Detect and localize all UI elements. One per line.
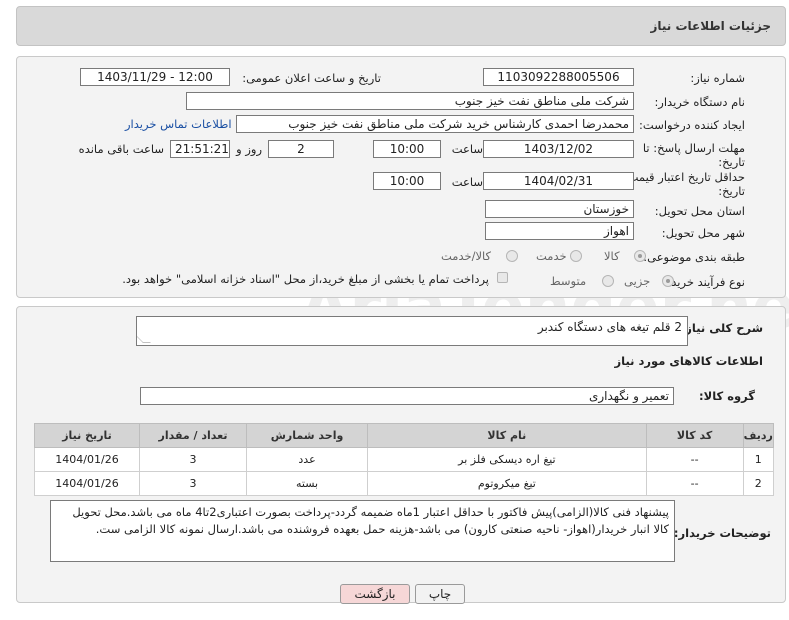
province-label: استان محل تحویل: [654, 204, 745, 218]
print-button[interactable]: چاپ [415, 584, 465, 604]
province-field: خوزستان [485, 200, 634, 218]
col-header-qty: تعداد / مقدار [139, 423, 247, 448]
category-option-goods: کالا [604, 249, 620, 263]
buyer-notes-text: پیشنهاد فنی کالا(الزامی)پیش فاکتور با حد… [72, 505, 669, 536]
col-header-row: ردیف [742, 423, 775, 448]
col-header-unit: واحد شمارش [245, 423, 369, 448]
category-radio-goods-service[interactable] [506, 250, 518, 262]
cell-unit: بسته [245, 471, 369, 496]
process-option-medium: متوسط [550, 274, 587, 288]
resize-grip-icon[interactable] [137, 335, 151, 343]
category-radio-service[interactable] [570, 250, 582, 262]
category-option-goods-service: کالا/خدمت [441, 249, 492, 263]
deadline-date-field: 1403/12/02 [483, 140, 634, 158]
cell-name: تیغ میکروتوم [367, 471, 647, 496]
validity-date-field: 1404/02/31 [483, 172, 634, 190]
deadline-time-field: 10:00 [373, 140, 441, 158]
table-row: 1 -- تیغ اره دیسکی فلز بر عدد 3 1404/01/… [33, 447, 775, 472]
cell-code: -- [645, 447, 744, 472]
goods-section-title: اطلاعات کالاهای مورد نیاز [614, 354, 763, 368]
back-button[interactable]: بازگشت [340, 584, 410, 604]
deadline-label: مهلت ارسال پاسخ: تا [642, 141, 745, 155]
deadline-label-date: تاریخ: [718, 155, 745, 169]
buyer-org-label: نام دستگاه خریدار: [654, 95, 745, 109]
goods-group-field: تعمیر و نگهداری [140, 387, 674, 405]
creator-field: محمدرضا احمدی کارشناس خرید شرکت ملی مناط… [236, 115, 634, 133]
announce-label: تاریخ و ساعت اعلان عمومی: [242, 71, 381, 85]
treasury-payment-checkbox[interactable] [497, 272, 508, 283]
process-radio-medium[interactable] [602, 275, 614, 287]
cell-code: -- [645, 471, 744, 496]
col-header-code: کد کالا [645, 423, 744, 448]
cell-date: 1404/01/26 [33, 471, 141, 496]
goods-group-label: گروه کالا: [699, 389, 755, 403]
cell-qty: 3 [139, 447, 247, 472]
cell-row: 2 [742, 471, 775, 496]
cell-name: تیغ اره دیسکی فلز بر [367, 447, 647, 472]
page-title: جزئیات اطلاعات نیاز [650, 19, 771, 33]
buyer-contact-link[interactable]: اطلاعات تماس خریدار [125, 117, 232, 131]
summary-text: 2 قلم تیغه های دستگاه کندبر [537, 320, 682, 334]
category-label: طبقه بندی موضوعی: [643, 250, 745, 264]
summary-label: شرح کلی نیاز: [680, 321, 763, 335]
cell-unit: عدد [245, 447, 369, 472]
process-option-minor: جزیی [624, 274, 651, 288]
validity-time-label: ساعت [451, 175, 483, 189]
days-field: 2 [268, 140, 334, 158]
buyer-notes-label: توضیحات خریدار: [673, 526, 771, 540]
cell-date: 1404/01/26 [33, 447, 141, 472]
days-label: روز و [236, 142, 262, 156]
need-number-label: شماره نیاز: [690, 71, 745, 85]
validity-time-field: 10:00 [373, 172, 441, 190]
summary-field: 2 قلم تیغه های دستگاه کندبر [136, 316, 688, 346]
cell-row: 1 [742, 447, 775, 472]
remaining-time-field: 21:51:21 [170, 140, 230, 158]
table-row: 2 -- تیغ میکروتوم بسته 3 1404/01/26 [33, 471, 775, 496]
creator-label: ایجاد کننده درخواست: [639, 118, 745, 132]
process-radio-minor[interactable] [662, 275, 674, 287]
remaining-label: ساعت باقی مانده [78, 142, 164, 156]
announce-field: 1403/11/29 - 12:00 [80, 68, 230, 86]
buyer-notes-field: پیشنهاد فنی کالا(الزامی)پیش فاکتور با حد… [50, 500, 675, 562]
goods-table: ردیف کد کالا نام کالا واحد شمارش تعداد /… [33, 423, 775, 496]
need-number-field: 1103092288005506 [483, 68, 634, 86]
category-option-service: خدمت [536, 249, 567, 263]
buyer-org-field: شرکت ملی مناطق نفت خیز جنوب [186, 92, 634, 110]
payment-note: پرداخت تمام یا بخشی از مبلغ خرید،از محل … [122, 272, 489, 286]
page-header: جزئیات اطلاعات نیاز [16, 6, 786, 46]
validity-label-date: تاریخ: [718, 184, 745, 198]
cell-qty: 3 [139, 471, 247, 496]
category-radio-goods[interactable] [634, 250, 646, 262]
col-header-date: تاریخ نیاز [33, 423, 141, 448]
city-label: شهر محل تحویل: [661, 226, 745, 240]
city-field: اهواز [485, 222, 634, 240]
deadline-time-label: ساعت [451, 142, 483, 156]
process-label: نوع فرآیند خرید : [663, 275, 745, 289]
col-header-name: نام کالا [367, 423, 647, 448]
